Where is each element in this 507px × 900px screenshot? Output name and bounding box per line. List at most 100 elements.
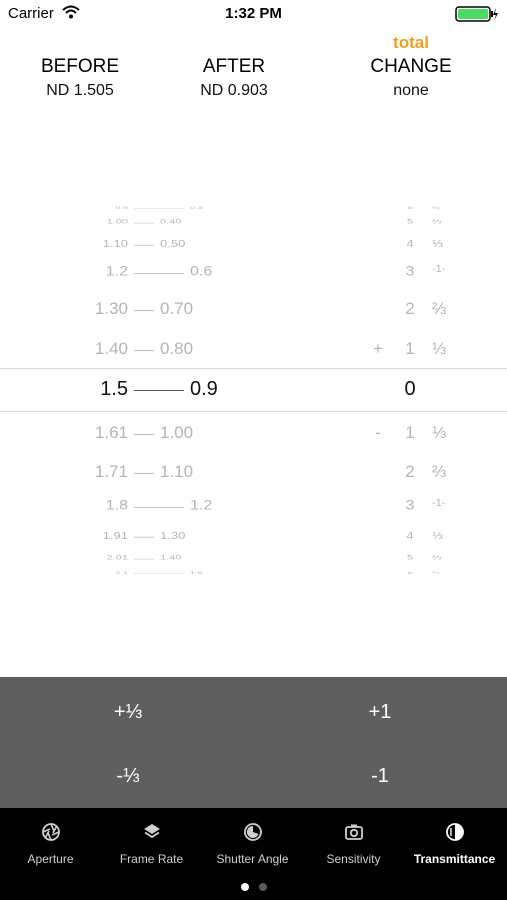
change-label: CHANGE	[370, 56, 452, 77]
tab-label: Frame Rate	[119, 852, 184, 866]
nd-before-value: 1.30	[94, 298, 128, 318]
tab-shutter-angle[interactable]: Shutter Angle	[202, 808, 303, 878]
row-connector	[134, 390, 184, 391]
row-connector	[134, 273, 184, 274]
stop-fraction: ⅔	[432, 217, 442, 225]
stop-fraction: ⅔	[432, 461, 447, 481]
stop-fraction: ⅔	[432, 570, 440, 575]
tab-bar: Aperture Frame Rate Shutter Angle Sensit…	[0, 808, 507, 900]
row-connector	[134, 309, 154, 311]
tab-transmittance[interactable]: Transmittance	[404, 808, 505, 878]
plus-third-button[interactable]: +⅓	[28, 701, 228, 724]
stop-fraction: ⅓	[432, 529, 443, 541]
row-connector	[134, 536, 154, 538]
picker-row[interactable]: 1.61 1.00 - 1 ⅓	[0, 423, 507, 444]
status-bar: Carrier 1:32 PM	[0, 0, 507, 28]
picker-row[interactable]: 1.2 0.6 3 -1-	[0, 264, 507, 282]
nd-after-value: 1.2	[190, 498, 213, 514]
nd-before-value: 1.71	[94, 461, 128, 481]
total-label: total	[393, 33, 429, 52]
plus-one-button[interactable]: +1	[280, 701, 480, 724]
stop-count: 5	[406, 553, 414, 561]
status-time: 1:32 PM	[225, 5, 282, 22]
minus-third-button[interactable]: -⅓	[28, 765, 228, 788]
picker-row[interactable]: 2.01 1.40 5 ⅔	[0, 554, 507, 562]
stop-count: 2	[405, 298, 415, 318]
before-label: BEFORE	[40, 56, 120, 77]
picker-row[interactable]: 1.40 0.80 +1 ⅓	[0, 339, 507, 360]
picker-row[interactable]: 1.30 0.70 2 ⅔	[0, 299, 507, 319]
picker-row[interactable]: 0.9 0.3 6 ⅔	[0, 206, 507, 211]
stop-fraction: -1-	[432, 498, 446, 509]
stop-count: 3	[405, 498, 415, 514]
after-label: AFTER	[202, 56, 266, 77]
picker-row[interactable]: 1.00 0.40 5 ⅔	[0, 218, 507, 226]
nd-after-value: 1.30	[160, 529, 186, 541]
nd-after-value: 1.10	[160, 461, 194, 481]
nd-picker-wheel[interactable]: 0.9 0.3 6 ⅔ 1.00 0.40 5 ⅔ 1.10 0.50 4 ⅓ 1.2 0.6 3 -1- 1.…	[0, 198, 507, 580]
stop-fraction: -1-	[432, 264, 446, 275]
tab-label: Sensitivity	[326, 852, 381, 866]
page-dot[interactable]	[240, 883, 249, 891]
stop-count: 1	[405, 422, 415, 442]
tab-label: Shutter Angle	[216, 852, 289, 866]
nd-after-value: 1.40	[160, 553, 182, 561]
row-connector	[134, 433, 154, 435]
nd-after-value: 0.50	[160, 237, 186, 249]
tab-aperture[interactable]: Aperture	[0, 808, 101, 878]
nd-before-value: 2.01	[106, 553, 128, 561]
stop-count: 0	[404, 378, 416, 400]
stop-fraction: ⅓	[432, 422, 447, 442]
row-connector	[134, 244, 154, 246]
stop-count: 5	[406, 217, 414, 225]
nd-before-value: 1.2	[105, 264, 128, 280]
picker-row[interactable]: 1.10 0.50 4 ⅓	[0, 238, 507, 251]
tab-sensitivity[interactable]: Sensitivity	[303, 808, 404, 878]
row-connector	[134, 507, 184, 508]
nd-after-value: 0.40	[160, 217, 182, 225]
nd-after-value: 0.80	[160, 338, 194, 358]
stop-fraction: ⅓	[432, 237, 443, 249]
nd-before-value: 1.40	[94, 338, 128, 358]
picker-row[interactable]: 1.8 1.2 3 -1-	[0, 498, 507, 516]
nd-after-value: 1.5	[190, 570, 203, 575]
stop-fraction: ⅔	[432, 205, 440, 210]
stop-fraction: ⅔	[432, 298, 447, 318]
nd-after-value: 0.3	[190, 205, 203, 210]
picker-row[interactable]: 1.91 1.30 4 ⅓	[0, 530, 507, 543]
nd-after-value: 0.6	[190, 264, 213, 280]
change-value: none	[393, 82, 429, 99]
picker-row-selected[interactable]: 1.5 0.9 0	[0, 378, 507, 402]
nd-after-value: 0.9	[190, 378, 218, 400]
tab-label: Transmittance	[413, 852, 496, 866]
stop-count: 1	[405, 338, 415, 358]
stop-sign: +	[373, 338, 383, 358]
nd-before-value: 1.61	[94, 422, 128, 442]
picker-row[interactable]: 2.1 1.5 6 ⅔	[0, 571, 507, 576]
page-indicator[interactable]	[0, 878, 507, 896]
nd-before-value: 1.8	[105, 498, 128, 514]
stop-count: 6	[407, 205, 413, 210]
nd-before-value: 1.00	[106, 217, 128, 225]
stop-count: 4	[406, 529, 414, 541]
nd-after-value: 0.70	[160, 298, 194, 318]
page-dot[interactable]	[258, 883, 267, 891]
row-connector	[134, 472, 154, 474]
nd-before-value: 2.1	[115, 570, 128, 575]
row-connector	[134, 558, 154, 559]
before-value: ND 1.505	[46, 82, 114, 99]
stop-count: 2	[405, 461, 415, 481]
aperture-icon	[41, 823, 60, 841]
layers-icon	[143, 824, 160, 839]
stop-count: 3	[405, 264, 415, 280]
stop-sign: -	[375, 422, 381, 442]
minus-one-button[interactable]: -1	[280, 765, 480, 788]
nd-before-value: 0.9	[115, 205, 128, 210]
tab-frame-rate[interactable]: Frame Rate	[101, 808, 202, 878]
row-connector	[134, 349, 154, 351]
stop-count: 4	[406, 237, 414, 249]
row-connector	[134, 222, 154, 223]
stop-fraction: ⅔	[432, 553, 442, 561]
picker-row[interactable]: 1.71 1.10 2 ⅔	[0, 462, 507, 482]
battery-icon	[455, 6, 498, 22]
